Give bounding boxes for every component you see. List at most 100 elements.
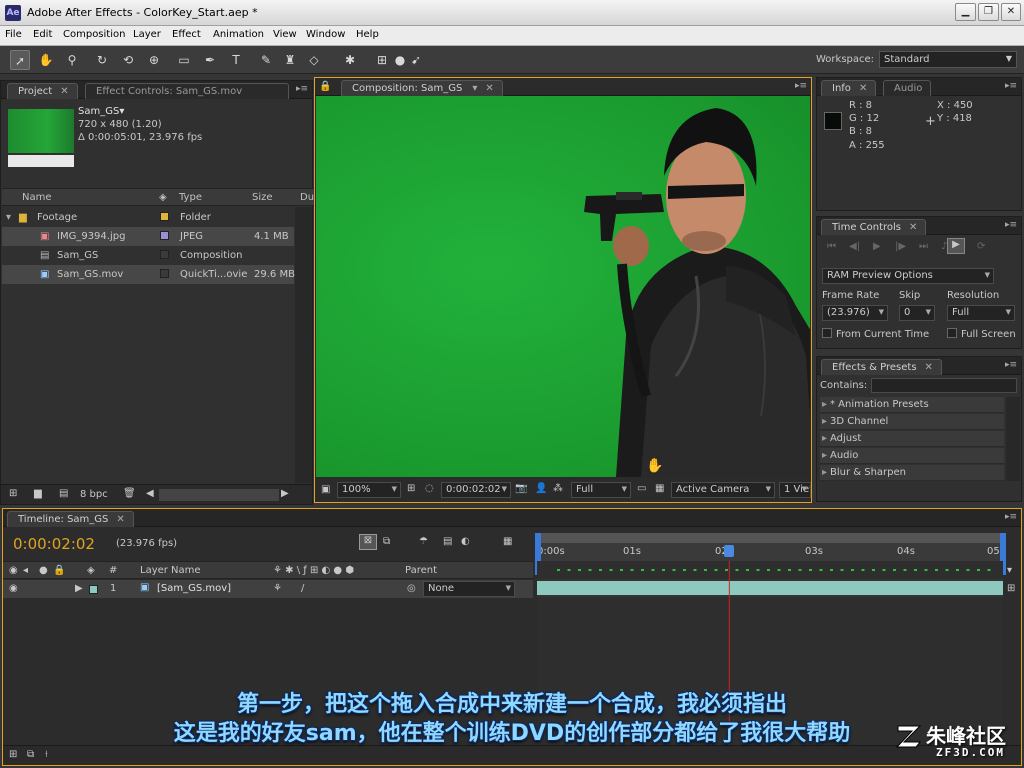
menu-layer[interactable]: Layer	[133, 29, 161, 40]
minimize-button[interactable]: ▁	[955, 3, 976, 21]
pick-whip-icon[interactable]: ◎	[407, 583, 416, 594]
lock-icon[interactable]: 🔒	[319, 81, 331, 92]
time-ruler[interactable]: 0:00s 01s 02s 03s 04s 05s	[537, 543, 1005, 561]
selected-item-name[interactable]: Sam_GS▾	[78, 106, 124, 117]
zoom-tool-icon[interactable]: ⚲	[62, 50, 82, 70]
tab-time-controls[interactable]: Time Controls ✕	[821, 219, 927, 235]
column-duration[interactable]: Du	[300, 192, 314, 203]
scroll-left-icon[interactable]: ◀	[146, 488, 154, 499]
pen-tool-icon[interactable]: ✒	[200, 50, 220, 70]
frame-rate-dropdown[interactable]: (23.976)	[822, 305, 888, 321]
selection-tool-icon[interactable]: ➚	[10, 50, 30, 70]
rotation-tool-icon[interactable]: ↻	[92, 50, 112, 70]
toggle-modes-icon[interactable]: ⧉	[27, 749, 34, 760]
transparency-grid-icon[interactable]: ▦	[655, 483, 664, 494]
puppet-pin-tool-icon[interactable]: ✱	[340, 50, 360, 70]
column-name[interactable]: Name	[22, 192, 52, 203]
panel-menu-icon[interactable]: ▸≡	[1005, 360, 1017, 370]
solo-switch-icon[interactable]: ●	[39, 565, 48, 576]
project-row-sam-gs-mov[interactable]: ▣ Sam_GS.mov QuickTi...ovie 29.6 MB	[2, 265, 295, 284]
live-update-icon[interactable]: ⊠	[359, 534, 377, 550]
current-time-indicator-handle[interactable]	[724, 545, 735, 557]
current-time-field[interactable]: 0:00:02:02	[441, 482, 511, 498]
comp-flowchart-icon[interactable]: ▾	[1007, 565, 1012, 576]
tab-audio[interactable]: Audio	[883, 80, 932, 96]
menu-help[interactable]: Help	[356, 29, 379, 40]
resolution-dropdown[interactable]: Full	[571, 482, 631, 498]
full-screen-checkbox[interactable]: Full Screen	[947, 328, 1016, 340]
panel-menu-icon[interactable]: ▸≡	[1005, 220, 1017, 230]
tab-composition[interactable]: Composition: Sam_GS ▾ ✕	[341, 80, 503, 96]
column-type[interactable]: Type	[179, 192, 202, 203]
skip-dropdown[interactable]: 0	[899, 305, 935, 321]
graph-editor-icon[interactable]: ▦	[503, 536, 512, 547]
label-column-icon[interactable]: ◈	[87, 565, 95, 576]
loop-icon[interactable]: ⟳	[977, 241, 985, 252]
panel-menu-icon[interactable]: ▸≡	[1005, 81, 1017, 91]
work-area-bar[interactable]	[537, 533, 1003, 543]
interpret-footage-icon[interactable]: ⊞	[9, 488, 17, 499]
expand-layer-triangle-icon[interactable]: ▶	[75, 583, 83, 594]
video-switch-icon[interactable]: ◉	[9, 565, 18, 576]
expand-triangle-icon[interactable]: ▾	[6, 212, 11, 223]
close-button[interactable]: ✕	[1001, 3, 1021, 21]
column-size[interactable]: Size	[252, 192, 273, 203]
tab-effects-presets[interactable]: Effects & Presets ✕	[821, 359, 942, 375]
lock-switch-icon[interactable]: 🔒	[53, 565, 65, 576]
first-frame-icon[interactable]: ⏮	[827, 241, 836, 252]
close-tab-icon[interactable]: ✕	[60, 86, 68, 97]
panel-menu-icon[interactable]: ▸≡	[296, 84, 308, 94]
menu-effect[interactable]: Effect	[172, 29, 201, 40]
view-axis-mode-icon[interactable]: ➹	[406, 50, 426, 70]
bit-depth-label[interactable]: 8 bpc	[80, 489, 108, 500]
clone-stamp-tool-icon[interactable]: ♜	[280, 50, 300, 70]
audio-switch-icon[interactable]: ◂	[23, 565, 28, 576]
new-composition-icon[interactable]: ▤	[59, 488, 68, 499]
ram-preview-icon[interactable]: ▶	[947, 238, 965, 254]
shy-switch-icon[interactable]: ⚘	[273, 583, 282, 594]
project-row-sam-gs-comp[interactable]: ▤ Sam_GS Composition	[2, 246, 294, 265]
effects-scrollbar[interactable]	[1006, 397, 1020, 481]
video-eye-icon[interactable]: ◉	[9, 583, 18, 594]
effects-category-blur-sharpen[interactable]: Blur & Sharpen	[820, 465, 1004, 481]
snapshot-camera-icon[interactable]: 📷	[515, 483, 527, 494]
in-out-icon[interactable]: ⟊	[45, 749, 48, 760]
camera-view-dropdown[interactable]: Active Camera	[671, 482, 775, 498]
ram-preview-options-dropdown[interactable]: RAM Preview Options	[822, 268, 994, 284]
parent-dropdown[interactable]: None	[423, 581, 515, 597]
view-layout-dropdown[interactable]: 1 View	[779, 482, 811, 498]
menu-window[interactable]: Window	[306, 29, 345, 40]
channel-rgb-icon[interactable]: ⁂	[553, 483, 563, 494]
layer-duration-bar[interactable]	[537, 581, 1003, 595]
parent-column[interactable]: Parent	[405, 565, 437, 576]
next-frame-icon[interactable]: |▶	[895, 241, 906, 252]
play-icon[interactable]: ▶	[873, 241, 881, 252]
magnification-dropdown[interactable]: 100%	[337, 482, 401, 498]
preview-resolution-dropdown[interactable]: Full	[947, 305, 1015, 321]
delete-trash-icon[interactable]: 🗑	[123, 488, 136, 499]
quality-switch-icon[interactable]: /	[301, 583, 304, 594]
workspace-dropdown[interactable]: Standard	[879, 51, 1017, 68]
project-row-footage-folder[interactable]: ▾ ▆ Footage Folder	[2, 208, 294, 227]
pan-behind-tool-icon[interactable]: ⊕	[144, 50, 164, 70]
project-scrollbar[interactable]	[295, 207, 312, 483]
eraser-tool-icon[interactable]: ◇	[304, 50, 324, 70]
label-swatch[interactable]	[160, 231, 169, 240]
tab-info[interactable]: Info ✕	[821, 80, 877, 96]
mask-visibility-icon[interactable]: ◌	[425, 483, 434, 494]
previous-frame-icon[interactable]: ◀|	[849, 241, 860, 252]
motion-blur-icon[interactable]: ◐	[461, 536, 470, 547]
panel-menu-icon[interactable]: ▸≡	[795, 81, 807, 91]
brush-tool-icon[interactable]: ✎	[256, 50, 276, 70]
toggle-switches-icon[interactable]: ⊞	[9, 749, 17, 760]
layer-name[interactable]: [Sam_GS.mov]	[157, 583, 231, 594]
tab-project[interactable]: Project ✕	[7, 83, 78, 99]
composition-viewer[interactable]: ✋	[316, 96, 810, 477]
menu-animation[interactable]: Animation	[213, 29, 264, 40]
last-frame-icon[interactable]: ⏭	[919, 241, 928, 252]
orbit-camera-tool-icon[interactable]: ⟲	[118, 50, 138, 70]
label-swatch[interactable]	[160, 212, 169, 221]
layer-label-swatch[interactable]	[89, 585, 98, 594]
label-column-icon[interactable]: ◈	[159, 192, 167, 203]
always-preview-icon[interactable]: ▣	[321, 484, 330, 495]
